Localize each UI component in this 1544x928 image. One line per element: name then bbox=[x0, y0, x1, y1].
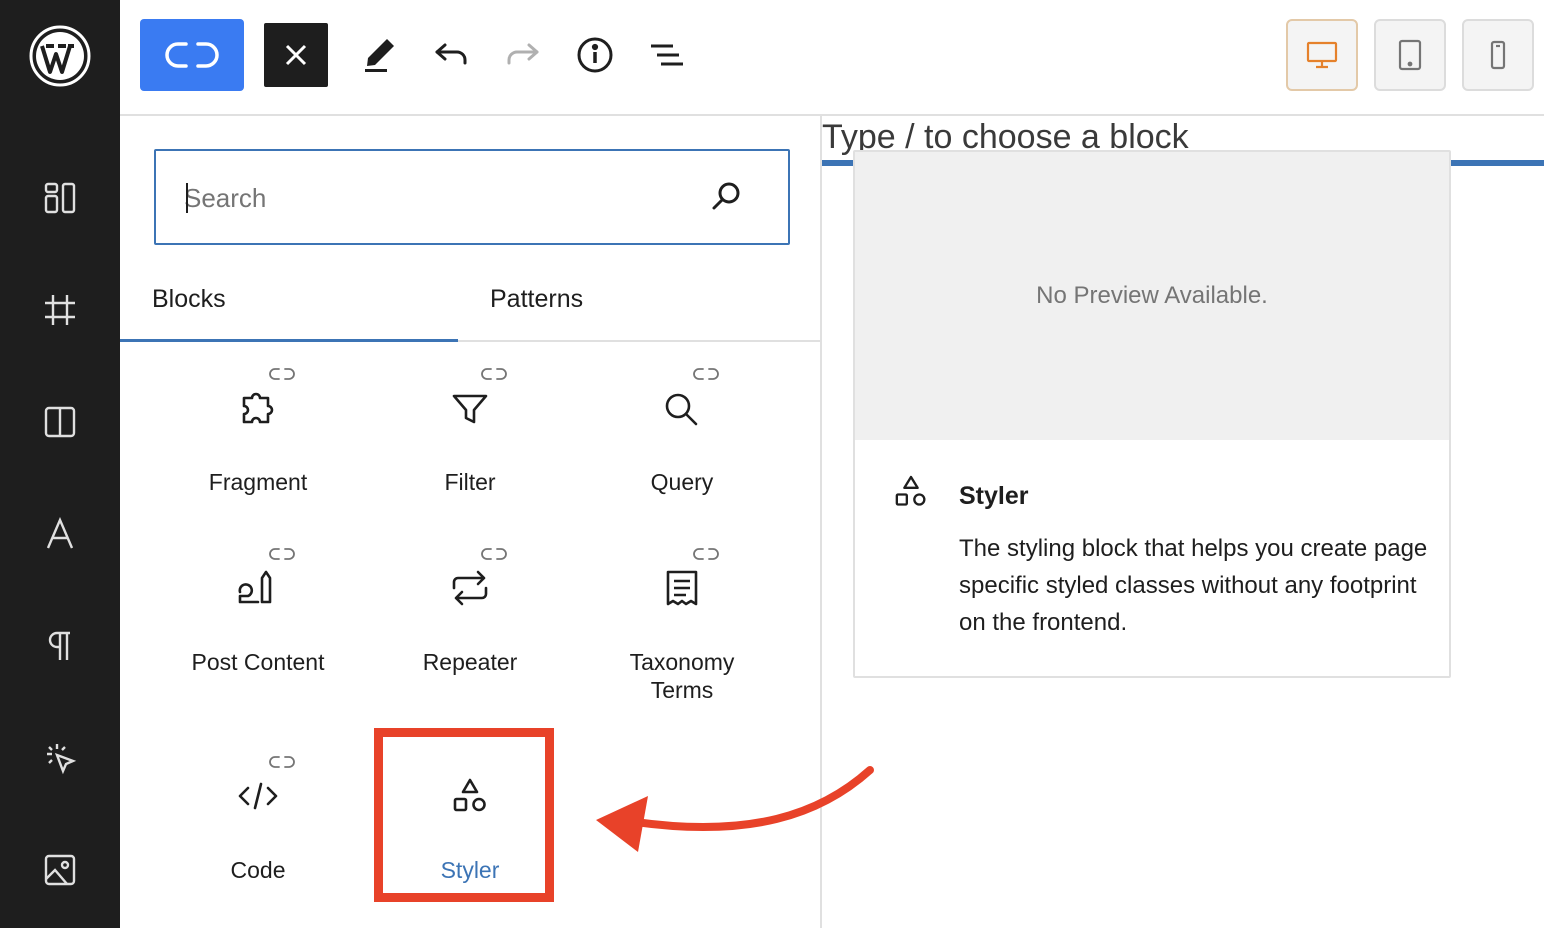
interaction-icon[interactable] bbox=[30, 728, 90, 788]
block-icon-wrap bbox=[652, 368, 719, 438]
desktop-preview-button[interactable] bbox=[1286, 19, 1358, 91]
post-content-icon bbox=[238, 570, 272, 604]
link-icon bbox=[269, 368, 295, 380]
close-icon bbox=[285, 44, 307, 66]
annotation-arrow bbox=[596, 766, 874, 852]
block-repeater[interactable]: Repeater bbox=[364, 548, 576, 676]
block-code[interactable]: Code bbox=[152, 756, 364, 884]
block-post-content[interactable]: Post Content bbox=[152, 548, 364, 676]
block-taxonomy-terms[interactable]: Taxonomy Terms bbox=[576, 548, 788, 704]
info-icon bbox=[577, 37, 613, 73]
list-view-button[interactable] bbox=[640, 20, 694, 90]
block-preview-card: No Preview Available. Styler The styling… bbox=[853, 150, 1451, 678]
tab-blocks[interactable]: Blocks bbox=[152, 256, 458, 342]
undo-button[interactable] bbox=[424, 20, 478, 90]
active-tab-indicator bbox=[120, 339, 458, 342]
wordpress-logo-icon[interactable] bbox=[28, 24, 92, 88]
no-preview-text: No Preview Available. bbox=[1036, 282, 1268, 309]
block-icon-wrap bbox=[440, 368, 507, 438]
search-icon bbox=[665, 393, 698, 426]
grid-icon[interactable] bbox=[30, 280, 90, 340]
block-label: Post Content bbox=[191, 649, 325, 675]
block-icon-wrap bbox=[440, 548, 507, 618]
preview-title: Styler bbox=[959, 482, 1029, 510]
block-icon-wrap bbox=[228, 548, 295, 618]
close-inserter-button[interactable] bbox=[264, 23, 328, 87]
link-icon bbox=[481, 548, 507, 560]
block-fragment[interactable]: Fragment bbox=[152, 368, 364, 496]
text-caret bbox=[186, 183, 188, 213]
tablet-preview-button[interactable] bbox=[1374, 19, 1446, 91]
mobile-icon bbox=[1490, 40, 1506, 70]
block-label: Repeater bbox=[422, 649, 518, 675]
desktop-icon bbox=[1306, 41, 1338, 69]
link-icon bbox=[165, 42, 219, 68]
receipt-icon bbox=[666, 570, 698, 606]
link-icon bbox=[693, 548, 719, 560]
search-icon[interactable] bbox=[708, 179, 744, 215]
media-icon[interactable] bbox=[30, 840, 90, 900]
block-label: Filter bbox=[444, 469, 496, 495]
link-icon bbox=[269, 548, 295, 560]
block-icon-wrap bbox=[228, 756, 295, 826]
shapes-icon bbox=[895, 475, 926, 506]
preview-area: No Preview Available. bbox=[855, 152, 1449, 440]
inserter-toggle-button[interactable] bbox=[140, 19, 244, 91]
search-input[interactable] bbox=[184, 173, 704, 223]
link-icon bbox=[693, 368, 719, 380]
inserter-tabs: Blocks Patterns bbox=[120, 256, 820, 342]
link-icon bbox=[481, 368, 507, 380]
block-label: Fragment bbox=[208, 469, 308, 495]
mobile-preview-button[interactable] bbox=[1462, 19, 1534, 91]
list-view-icon bbox=[651, 44, 683, 66]
repeat-icon bbox=[452, 570, 488, 606]
edit-tool-button[interactable] bbox=[352, 20, 406, 90]
block-filter[interactable]: Filter bbox=[364, 368, 576, 496]
highlight-box bbox=[374, 728, 554, 902]
search-box bbox=[154, 149, 790, 245]
block-icon-wrap bbox=[228, 368, 295, 438]
block-label: Code bbox=[230, 857, 286, 883]
block-label: Query bbox=[650, 469, 714, 495]
block-icon-wrap bbox=[652, 548, 719, 618]
block-query[interactable]: Query bbox=[576, 368, 788, 496]
admin-sidebar bbox=[0, 0, 120, 928]
code-icon bbox=[238, 782, 278, 810]
tab-patterns[interactable]: Patterns bbox=[490, 256, 790, 342]
puzzle-icon bbox=[242, 392, 274, 424]
paragraph-icon[interactable] bbox=[30, 616, 90, 676]
edit-pencil-icon bbox=[365, 39, 394, 72]
tablet-icon bbox=[1398, 39, 1422, 71]
undo-icon bbox=[435, 43, 467, 65]
typography-icon[interactable] bbox=[30, 504, 90, 564]
preview-description: The styling block that helps you create … bbox=[959, 535, 1428, 636]
redo-button[interactable] bbox=[496, 20, 550, 90]
filter-icon bbox=[452, 394, 488, 424]
columns-icon[interactable] bbox=[30, 392, 90, 452]
editor-toolbar bbox=[120, 0, 1544, 116]
editor-canvas[interactable]: Type / to choose a block No Preview Avai… bbox=[822, 116, 1544, 928]
redo-icon bbox=[507, 43, 539, 65]
details-button[interactable] bbox=[568, 20, 622, 90]
layout-icon[interactable] bbox=[30, 168, 90, 228]
link-icon bbox=[269, 756, 295, 768]
block-label: Taxonomy Terms bbox=[629, 649, 735, 703]
